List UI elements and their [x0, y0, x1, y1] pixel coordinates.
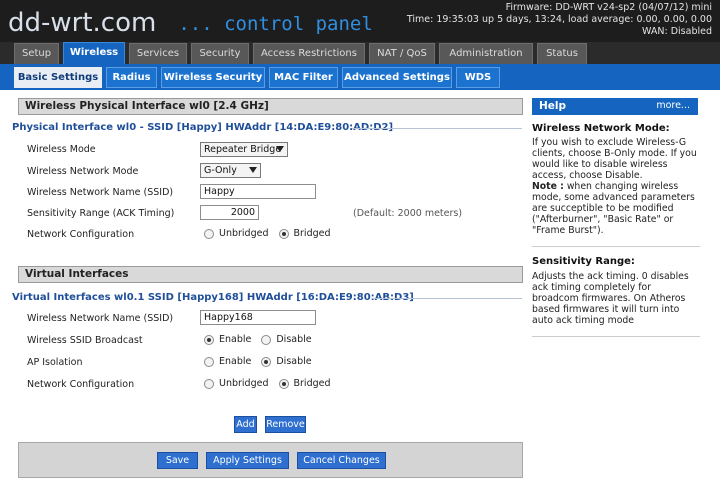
physical-section-header: Wireless Physical Interface wl0 [2.4 GHz…	[18, 98, 523, 115]
help-mode-title: Wireless Network Mode:	[532, 123, 670, 134]
sub-tab-bar: Basic Settings Radius Wireless Security …	[0, 64, 720, 90]
help-note-label: Note :	[532, 181, 564, 192]
virtual-network-config-label: Network Configuration	[27, 379, 135, 390]
add-button[interactable]: Add	[234, 416, 257, 433]
broadcast-enable-label: Enable	[219, 334, 252, 345]
help-sensitivity-title: Sensitivity Range:	[532, 256, 635, 267]
wireless-mode-value: Repeater Bridge	[204, 144, 282, 155]
physical-iface-divider	[352, 128, 522, 129]
bridged-radio[interactable]	[278, 228, 289, 239]
uptime-readout: Time: 19:35:03 up 5 days, 13:24, load av…	[406, 14, 712, 25]
network-mode-value: G-Only	[204, 165, 237, 176]
content-area: Wireless Physical Interface wl0 [2.4 GHz…	[0, 90, 720, 494]
logo: dd-wrt.com ... control panel	[8, 4, 373, 38]
ssid-input[interactable]: Happy	[200, 184, 316, 199]
virtual-iface-divider	[372, 298, 522, 299]
unbridged-radio[interactable]	[204, 228, 214, 239]
ssid-broadcast-radios: Enable Disable	[204, 334, 322, 345]
ap-isolation-label: AP Isolation	[27, 357, 83, 368]
subtab-basic-settings[interactable]: Basic Settings	[14, 67, 102, 88]
ap-isolation-radios: Enable Disable	[204, 356, 322, 367]
ssid-label: Wireless Network Name (SSID)	[27, 187, 174, 198]
network-mode-select[interactable]: G-Only	[200, 163, 261, 178]
subtab-mac-filter[interactable]: MAC Filter	[269, 67, 338, 88]
bridged-label: Bridged	[293, 228, 331, 239]
help-note: Note : when changing wireless mode, some…	[532, 181, 700, 236]
cancel-changes-button[interactable]: Cancel Changes	[297, 452, 386, 469]
help-more-link[interactable]: more...	[656, 98, 690, 114]
broadcast-disable-radio[interactable]	[261, 334, 272, 345]
virtual-bridged-label: Bridged	[293, 378, 331, 389]
virtual-iface-title: Virtual Interfaces wl0.1 SSID [Happy168]…	[12, 292, 414, 303]
ssid-broadcast-label: Wireless SSID Broadcast	[27, 335, 143, 346]
tab-setup[interactable]: Setup	[14, 43, 59, 64]
logo-text: dd-wrt.com	[8, 8, 157, 38]
wireless-mode-label: Wireless Mode	[27, 144, 96, 155]
help-mode-text: If you wish to exclude Wireless-G client…	[532, 137, 697, 181]
subtab-wds[interactable]: WDS	[456, 67, 500, 88]
tab-status[interactable]: Status	[537, 43, 587, 64]
chevron-down-icon	[276, 146, 284, 152]
network-mode-label: Wireless Network Mode	[27, 166, 139, 177]
network-config-radios: Unbridged Bridged	[204, 228, 341, 239]
subtab-advanced-settings[interactable]: Advanced Settings	[342, 67, 452, 88]
help-sensitivity-text: Adjusts the ack timing. 0 disables ack t…	[532, 271, 689, 326]
virtual-unbridged-radio[interactable]	[204, 378, 214, 389]
tab-administration[interactable]: Administration	[439, 43, 533, 64]
tab-access-restrictions[interactable]: Access Restrictions	[253, 43, 365, 64]
help-divider	[532, 336, 700, 337]
isolation-disable-radio[interactable]	[261, 356, 272, 367]
broadcast-disable-label: Disable	[276, 334, 312, 345]
network-config-label: Network Configuration	[27, 229, 135, 240]
help-divider	[532, 246, 700, 247]
help-title: Help	[539, 100, 567, 112]
save-button[interactable]: Save	[157, 452, 198, 469]
tab-nat-qos[interactable]: NAT / QoS	[369, 43, 435, 64]
unbridged-label: Unbridged	[219, 228, 269, 239]
virtual-ssid-label: Wireless Network Name (SSID)	[27, 313, 174, 324]
ack-timing-hint: (Default: 2000 meters)	[353, 208, 463, 219]
virtual-section-header: Virtual Interfaces	[18, 266, 523, 283]
logo-subtitle: ... control panel	[178, 13, 373, 35]
main-tab-bar: Setup Wireless Services Security Access …	[0, 42, 720, 64]
wireless-mode-select[interactable]: Repeater Bridge	[200, 142, 288, 157]
firmware-version: Firmware: DD-WRT v24-sp2 (04/07/12) mini	[505, 2, 712, 13]
virtual-unbridged-label: Unbridged	[219, 378, 269, 389]
virtual-ssid-input[interactable]: Happy168	[200, 310, 316, 325]
help-header: Help more...	[532, 98, 698, 115]
tab-wireless[interactable]: Wireless	[63, 42, 125, 64]
subtab-wireless-security[interactable]: Wireless Security	[161, 67, 265, 88]
wan-status: WAN: Disabled	[642, 26, 712, 37]
tab-services[interactable]: Services	[129, 43, 187, 64]
ack-timing-input[interactable]: 2000	[200, 205, 259, 220]
isolation-disable-label: Disable	[276, 356, 312, 367]
virtual-bridged-radio[interactable]	[278, 378, 289, 389]
ack-timing-label: Sensitivity Range (ACK Timing)	[27, 208, 175, 219]
chevron-down-icon	[249, 167, 257, 173]
broadcast-enable-radio[interactable]	[204, 334, 214, 345]
subtab-radius[interactable]: Radius	[106, 67, 157, 88]
remove-button[interactable]: Remove	[265, 416, 306, 433]
physical-iface-title: Physical Interface wl0 - SSID [Happy] HW…	[12, 122, 394, 133]
virtual-network-config-radios: Unbridged Bridged	[204, 378, 341, 389]
status-info: Firmware: DD-WRT v24-sp2 (04/07/12) mini…	[407, 2, 712, 38]
apply-settings-button[interactable]: Apply Settings	[206, 452, 289, 469]
isolation-enable-radio[interactable]	[204, 356, 214, 367]
top-header: dd-wrt.com ... control panel Firmware: D…	[0, 0, 720, 42]
isolation-enable-label: Enable	[219, 356, 252, 367]
tab-security[interactable]: Security	[191, 43, 249, 64]
